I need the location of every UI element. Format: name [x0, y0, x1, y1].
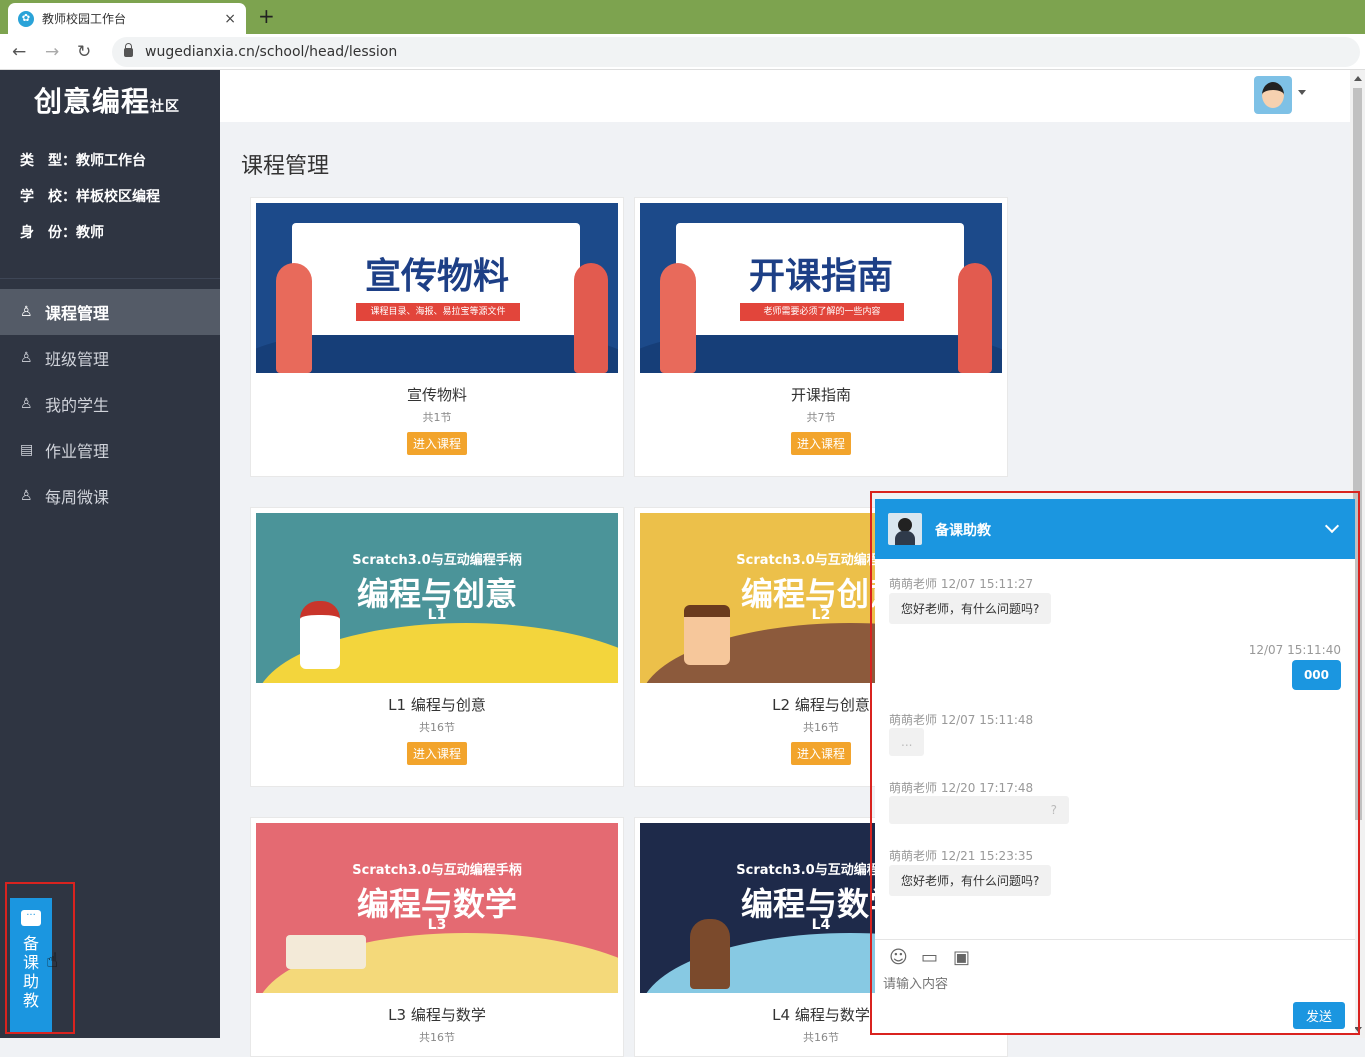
banner-top-text: Scratch3.0与互动编程手柄: [352, 863, 522, 878]
info-type-value: 教师工作台: [76, 153, 146, 169]
document-icon: ▤: [20, 442, 34, 458]
user-icon: ♙: [20, 304, 33, 320]
course-name: L1 编程与创意: [388, 696, 486, 714]
assistant-tab-char: 教: [22, 991, 39, 1010]
url-text: wugedianxia.cn/school/head/lession: [145, 44, 398, 60]
enter-course-button[interactable]: 进入课程: [406, 432, 468, 455]
user-icon: ♙: [20, 350, 33, 366]
assistant-tab-char: 备: [22, 934, 39, 953]
scroll-up-icon[interactable]: [1354, 76, 1362, 81]
course-banner[interactable]: 宣传物料 课程目录、海报、易拉宝等源文件: [256, 203, 618, 373]
page-title: 课程管理: [241, 154, 330, 179]
assistant-tab-char: 助: [22, 972, 39, 991]
new-tab-icon[interactable]: +: [258, 4, 275, 28]
banner-figure: [574, 263, 608, 373]
sidebar-item-label: 作业管理: [45, 442, 110, 461]
banner-figure: [276, 263, 312, 373]
logo-suffix: 社区: [150, 99, 181, 115]
info-school-label: 学 校：: [20, 189, 76, 205]
info-role: 身 份：教师: [20, 222, 104, 242]
enter-course-button[interactable]: 进入课程: [406, 742, 468, 765]
sidebar-item-label: 课程管理: [45, 304, 110, 323]
banner-character: [300, 601, 340, 669]
tab-title: 教师校园工作台: [42, 12, 127, 26]
sidebar-item-label: 每周微课: [45, 488, 110, 507]
info-school-value: 样板校区编程: [76, 189, 160, 205]
info-role-label: 身 份：: [20, 225, 76, 241]
chevron-down-icon[interactable]: [1298, 90, 1306, 95]
logo-text: 创意编程: [34, 85, 151, 118]
avatar-face: [1262, 82, 1284, 108]
course-card: Scratch3.0与互动编程手柄 编程与创意 L1 L1 编程与创意 共16节…: [250, 507, 624, 787]
banner-top-text: Scratch3.0与互动编程手柄: [352, 553, 522, 568]
banner-subtitle: 课程目录、海报、易拉宝等源文件: [356, 303, 520, 321]
course-banner[interactable]: Scratch3.0与互动编程手柄 编程与创意 L1: [256, 513, 618, 683]
url-field[interactable]: wugedianxia.cn/school/head/lession: [112, 37, 1360, 67]
banner-figure: [660, 263, 696, 373]
course-card: Scratch3.0与互动编程手柄 编程与数学 L3 L3 编程与数学 共16节: [250, 817, 624, 1057]
banner-subtitle: 老师需要必须了解的一些内容: [740, 303, 904, 321]
lock-icon: [124, 42, 133, 57]
sidebar-item-weekly-lessons[interactable]: ♙ 每周微课: [0, 473, 220, 519]
course-name: 宣传物料: [406, 386, 467, 404]
course-name: L3 编程与数学: [388, 1006, 486, 1024]
browser-tab-bar: ✿ 教师校园工作台 × +: [0, 0, 1365, 34]
hand-cursor-icon: ☝: [46, 948, 59, 972]
sidebar-item-class-management[interactable]: ♙ 班级管理: [0, 335, 220, 381]
sidebar-item-my-students[interactable]: ♙ 我的学生: [0, 381, 220, 427]
enter-course-button[interactable]: 进入课程: [790, 742, 852, 765]
course-card: 开课指南 老师需要必须了解的一些内容 开课指南 共7节 进入课程: [634, 197, 1008, 477]
banner-character: [684, 605, 730, 665]
site-logo[interactable]: 创意编程社区: [34, 80, 180, 120]
info-type: 类 型：教师工作台: [20, 150, 146, 170]
banner-figure: [958, 263, 992, 373]
banner-level: L3: [427, 917, 447, 933]
reload-icon[interactable]: ↻: [77, 42, 91, 62]
user-icon: ♙: [20, 396, 33, 412]
sidebar-item-label: 我的学生: [45, 396, 110, 415]
chat-bubble-icon: ···: [21, 910, 41, 926]
banner-book: [286, 935, 366, 969]
course-banner[interactable]: 开课指南 老师需要必须了解的一些内容: [640, 203, 1002, 373]
course-name: 开课指南: [790, 386, 851, 404]
user-icon: ♙: [20, 488, 33, 504]
sidebar-item-label: 班级管理: [45, 350, 110, 369]
back-icon[interactable]: ←: [12, 42, 26, 62]
browser-tab[interactable]: ✿ 教师校园工作台 ×: [8, 3, 246, 34]
info-role-value: 教师: [76, 225, 104, 241]
banner-character: [690, 919, 730, 989]
sidebar-item-homework[interactable]: ▤ 作业管理: [0, 427, 220, 473]
info-type-label: 类 型：: [20, 153, 76, 169]
info-school: 学 校：样板校区编程: [20, 186, 160, 206]
forward-icon[interactable]: →: [45, 42, 59, 62]
top-header: [220, 70, 1350, 122]
user-avatar[interactable]: [1254, 76, 1292, 114]
tab-close-icon[interactable]: ×: [224, 11, 236, 27]
site-favicon-icon: ✿: [18, 10, 34, 27]
sidebar-item-course-management[interactable]: ♙ 课程管理: [0, 289, 220, 335]
assistant-tab-char: 课: [22, 953, 39, 972]
sidebar-divider: [0, 278, 220, 279]
enter-course-button[interactable]: 进入课程: [790, 432, 852, 455]
course-lesson-count: 共7节: [806, 411, 836, 424]
course-lesson-count: 共1节: [422, 411, 452, 424]
course-lesson-count: 共16节: [419, 721, 455, 734]
course-banner[interactable]: Scratch3.0与互动编程手柄 编程与数学 L3: [256, 823, 618, 993]
highlight-box-chat-panel: [870, 491, 1360, 1035]
course-card: 宣传物料 课程目录、海报、易拉宝等源文件 宣传物料 共1节 进入课程: [250, 197, 624, 477]
address-bar: ← → ↻ wugedianxia.cn/school/head/lession: [0, 34, 1365, 70]
course-lesson-count: 共16节: [419, 1031, 455, 1044]
